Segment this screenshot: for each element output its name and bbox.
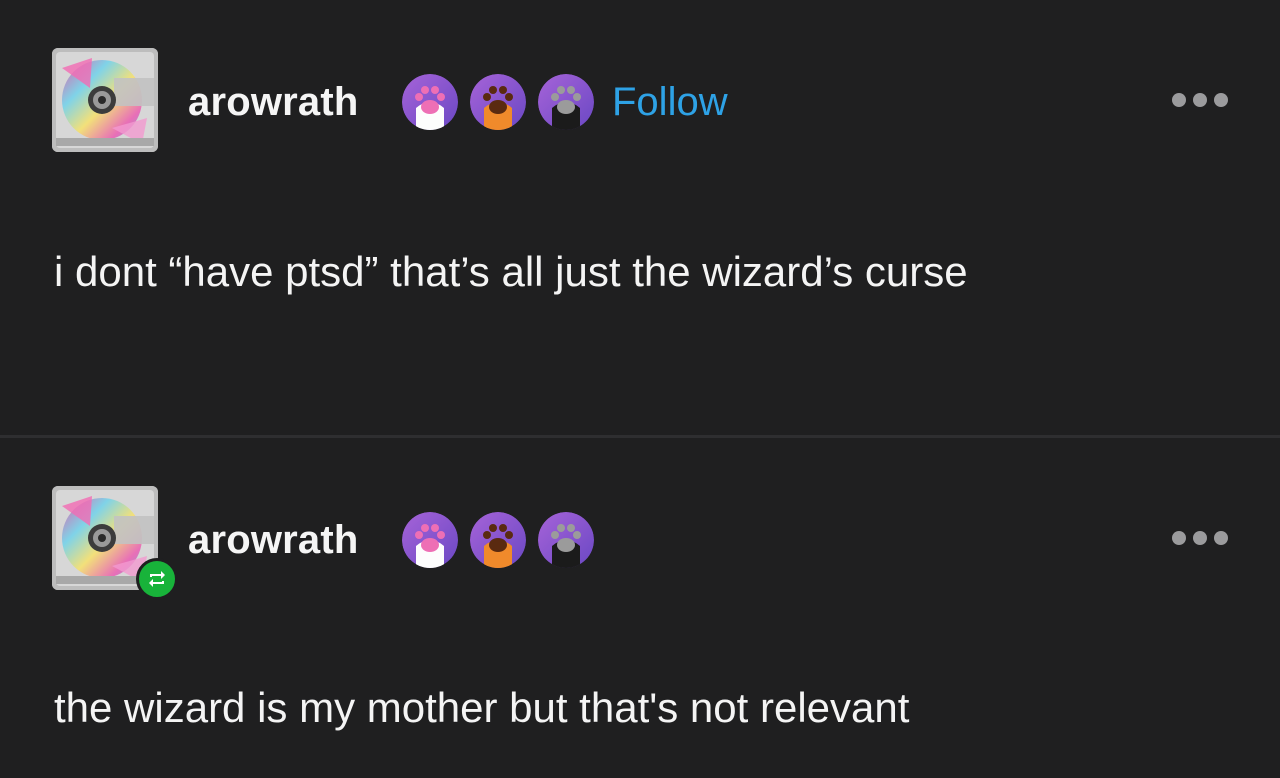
post-original: arowrath Follow i dont “have ptsd” that’… (0, 0, 1280, 436)
avatar[interactable] (52, 48, 158, 152)
user-badges (402, 512, 594, 568)
post-header: arowrath (52, 486, 1232, 600)
dot (1214, 93, 1228, 107)
dot (1172, 93, 1186, 107)
pink-paw-badge-icon[interactable] (402, 74, 458, 130)
user-badges (402, 74, 594, 130)
orange-paw-badge-icon[interactable] (470, 74, 526, 130)
dot (1214, 531, 1228, 545)
follow-button[interactable]: Follow (612, 78, 728, 126)
post-header: arowrath (52, 48, 1232, 154)
post-text: i dont “have ptsd” that’s all just the w… (54, 248, 968, 295)
dot (1172, 531, 1186, 545)
username[interactable]: arowrath (188, 516, 359, 564)
username[interactable]: arowrath (188, 78, 359, 126)
dot (1193, 93, 1207, 107)
gray-paw-badge-icon[interactable] (538, 74, 594, 130)
orange-paw-badge-icon[interactable] (470, 512, 526, 568)
more-options-icon[interactable] (1172, 528, 1228, 548)
pink-paw-badge-icon[interactable] (402, 512, 458, 568)
dot (1193, 531, 1207, 545)
post-reply: arowrath the wizard is my mother but tha… (0, 438, 1280, 778)
gray-paw-badge-icon[interactable] (538, 512, 594, 568)
post-text: the wizard is my mother but that's not r… (54, 684, 910, 731)
more-options-icon[interactable] (1172, 90, 1228, 110)
reblog-icon (136, 558, 178, 600)
